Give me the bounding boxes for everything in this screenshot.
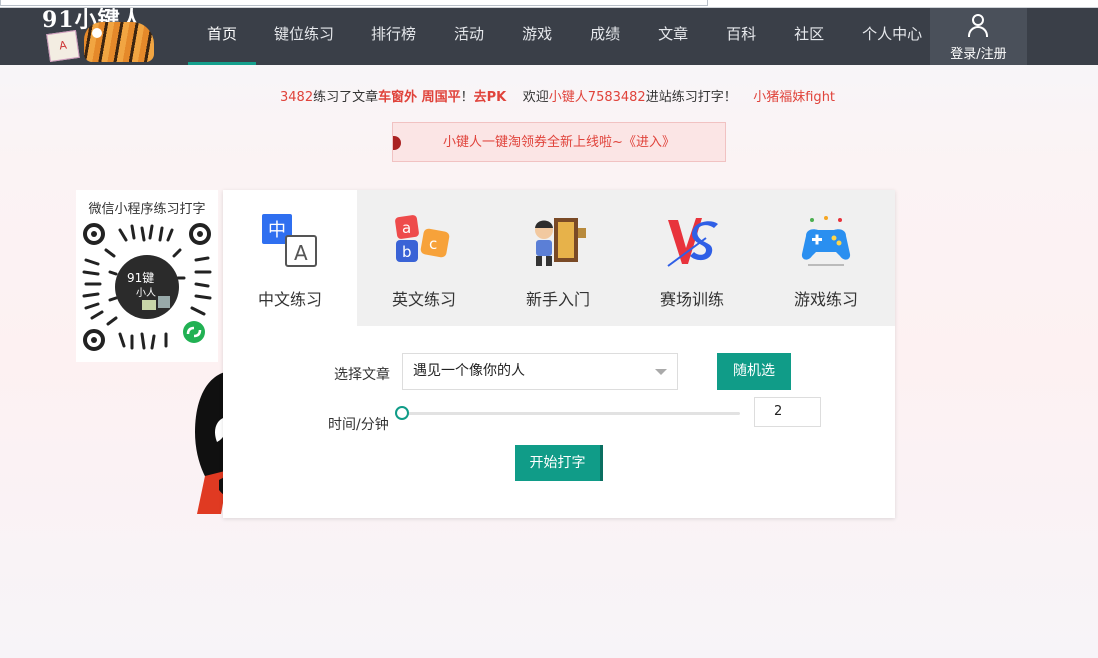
gamepad-icon [801, 216, 851, 266]
nav-item-events[interactable]: 活动 [435, 8, 503, 65]
nav-item-leaderboard[interactable]: 排行榜 [352, 8, 435, 65]
miniprogram-qr-code: 91键 小人 [82, 223, 212, 351]
qr-card-title: 微信小程序练习打字 [88, 202, 206, 217]
banner-decoration [393, 136, 401, 150]
ticker-article-link[interactable]: 车窗外 周国平 [378, 90, 461, 104]
ticker-text: ！ [460, 90, 474, 104]
ticker-pk-link[interactable]: 去PK [474, 90, 507, 104]
slider-track [395, 412, 740, 415]
practice-tabs: 中 A 中文练习 a b c 英文练习 新手入门 赛场训练 游戏练习 [223, 190, 895, 326]
svg-text:小人: 小人 [136, 287, 156, 299]
time-label: 时间/分钟 [328, 417, 389, 433]
tab-label: 英文练习 [391, 290, 456, 309]
chevron-down-icon [655, 369, 667, 375]
practice-panel: 中 A 中文练习 a b c 英文练习 新手入门 赛场训练 游戏练习 选择文章 … [223, 190, 895, 518]
site-logo[interactable]: 91小键人 A [40, 2, 160, 64]
svg-text:91键: 91键 [127, 271, 154, 285]
nav-item-home[interactable]: 首页 [188, 8, 257, 65]
logo-card-icon: A [46, 30, 80, 62]
svg-text:中: 中 [268, 220, 286, 241]
nav-item-scores[interactable]: 成绩 [571, 8, 639, 65]
nav-item-key-practice[interactable]: 键位练习 [256, 8, 352, 65]
tab-label: 新手入门 [525, 290, 590, 309]
nav-item-articles[interactable]: 文章 [639, 8, 707, 65]
login-register-button[interactable]: 登录/注册 [930, 8, 1027, 65]
article-select[interactable]: 遇见一个像你的人 [402, 353, 678, 390]
promo-banner[interactable]: 小键人一键淘领券全新上线啦~《进入》 [392, 122, 726, 162]
ticker-text: 进站练习打字！ [645, 90, 737, 104]
ticker-text: 练习了文章 [313, 90, 379, 104]
article-select-label: 选择文章 [334, 367, 390, 383]
user-icon [968, 14, 988, 38]
practice-settings-form: 选择文章 遇见一个像你的人 随机选 时间/分钟 2 开始打字 [223, 326, 895, 518]
ticker-user-link[interactable]: 小猪福妹fight [737, 90, 835, 104]
top-navbar: 91小键人 A 首页 键位练习 排行榜 活动 游戏 成绩 文章 百科 社区 个人… [0, 7, 1098, 65]
svg-text:A: A [294, 241, 308, 265]
vs-icon [667, 218, 718, 267]
tab-label: 中文练习 [257, 290, 322, 309]
tab-english-practice[interactable]: a b c 英文练习 [357, 190, 491, 326]
time-slider[interactable] [395, 406, 740, 420]
ticker-text: 欢迎 [506, 90, 549, 104]
tab-label: 游戏练习 [793, 290, 858, 309]
tab-chinese-practice[interactable]: 中 A 中文练习 [223, 190, 357, 326]
slider-handle[interactable] [395, 406, 409, 420]
ticker-user-id[interactable]: 3482 [280, 90, 313, 104]
ticker-user-link[interactable]: 小键人7583482 [549, 90, 646, 104]
nav-item-games[interactable]: 游戏 [503, 8, 571, 65]
main-menu: 首页 键位练习 排行榜 活动 游戏 成绩 文章 百科 社区 个人中心 [188, 8, 941, 65]
login-label: 登录/注册 [950, 47, 1007, 62]
tab-arena-training[interactable]: 赛场训练 [625, 190, 759, 326]
start-typing-button[interactable]: 开始打字 [515, 445, 603, 481]
banner-text: 小键人一键淘领券全新上线啦~《进入》 [443, 135, 675, 150]
svg-text:b: b [402, 243, 412, 261]
window-top-strip [0, 0, 1098, 8]
nav-item-wiki[interactable]: 百科 [707, 8, 775, 65]
wechat-miniprogram-card: 微信小程序练习打字 91键 小人 [76, 190, 218, 362]
article-select-value: 遇见一个像你的人 [413, 363, 525, 379]
tab-label: 赛场训练 [659, 290, 724, 309]
nav-item-user-center[interactable]: 个人中心 [843, 8, 941, 65]
time-minutes-input[interactable]: 2 [754, 397, 821, 427]
tab-game-practice[interactable]: 游戏练习 [759, 190, 893, 326]
random-select-button[interactable]: 随机选 [717, 353, 791, 390]
activity-ticker: 3482练习了文章车窗外 周国平！去PK 欢迎小键人7583482进站练习打字！… [280, 86, 840, 104]
tab-beginner[interactable]: 新手入门 [491, 190, 625, 326]
beginner-door-icon [535, 218, 586, 266]
nav-item-community[interactable]: 社区 [775, 8, 843, 65]
chinese-practice-icon: 中 A [262, 214, 317, 267]
english-abc-icon: a b c [395, 215, 450, 262]
svg-text:a: a [402, 219, 411, 237]
svg-text:c: c [429, 235, 437, 253]
logo-tiger-icon [84, 22, 154, 62]
